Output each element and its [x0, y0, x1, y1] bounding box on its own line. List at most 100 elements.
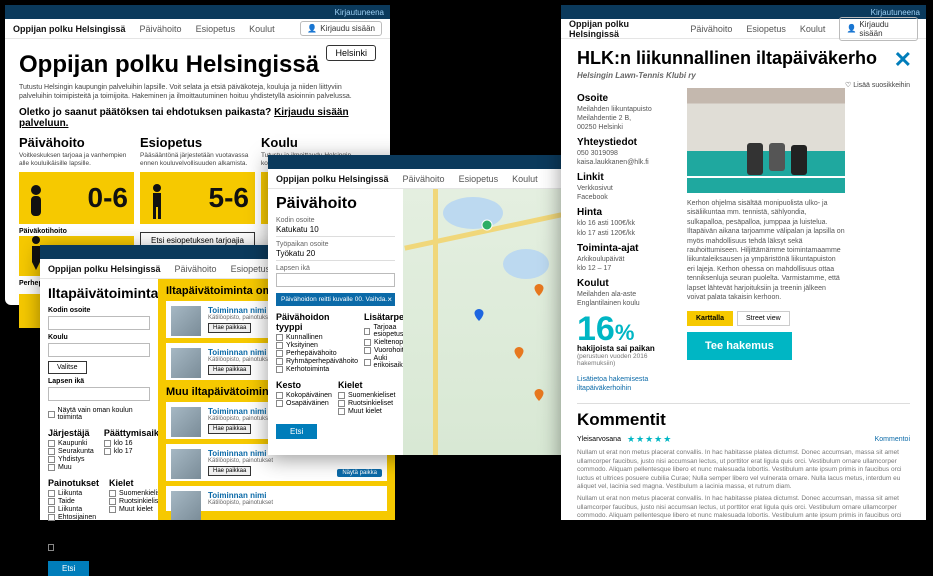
result-card[interactable]: Toiminnan nimiKätilöopisto, painotukset	[166, 486, 387, 511]
hae-button[interactable]: Hae paikkaa	[208, 323, 251, 333]
close-icon[interactable]: ×	[387, 295, 392, 304]
tyo-value[interactable]: Työkatu 20	[276, 249, 395, 261]
cb-yks[interactable]: Yksityinen	[276, 342, 358, 349]
hae-button[interactable]: Hae paikkaa	[208, 365, 251, 375]
ika-label: Lapsen ikä	[276, 265, 395, 272]
brand[interactable]: Oppijan polku Helsingissä	[13, 24, 126, 34]
link-facebook[interactable]: Facebook	[577, 193, 677, 202]
map-window: Oppijan polku Helsingissä Päivähoito Esi…	[268, 155, 563, 455]
ajat-h: Toiminta-ajat	[577, 243, 677, 254]
nav-koulut[interactable]: Koulut	[800, 24, 826, 34]
kielet-heading: Kielet	[338, 380, 395, 390]
cb-liikunta2[interactable]: Liikunta	[48, 506, 99, 513]
nav-paivahoito[interactable]: Päivähoito	[175, 264, 217, 274]
cb-ruotsi[interactable]: Ruotsinkieliset	[338, 400, 395, 407]
view-street-button[interactable]: Street view	[737, 311, 790, 326]
rating-label: Yleisarvosana	[577, 436, 621, 443]
nav-esiopetus[interactable]: Esiopetus	[746, 24, 786, 34]
koulu-input[interactable]	[48, 343, 150, 357]
map-sidebar: Päivähoito Kodin osoite Katukatu 10 Työp…	[268, 189, 403, 455]
cb-kaupunki[interactable]: Kaupunki	[48, 440, 94, 447]
login-status: Kirjautuneena	[871, 8, 920, 17]
nav-esiopetus[interactable]: Esiopetus	[196, 24, 236, 34]
own-school-checkbox[interactable]: Näytä vain oman koulun toiminta	[48, 407, 150, 421]
valitse-button[interactable]: Valitse	[48, 361, 87, 374]
nav-esiopetus[interactable]: Esiopetus	[459, 174, 499, 184]
brand[interactable]: Oppijan polku Helsingissä	[569, 19, 676, 39]
cb-klo17[interactable]: klo 17	[104, 448, 164, 455]
percent-label: hakijoista sai paikan	[577, 344, 677, 353]
login-button[interactable]: 👤Kirjaudu sisään	[300, 21, 382, 36]
map-pin-orange[interactable]	[513, 347, 525, 359]
map-pin-green[interactable]	[481, 219, 493, 231]
cb-taide[interactable]: Taide	[48, 498, 99, 505]
osoite-h: Osoite	[577, 93, 677, 104]
heart-icon: ♡	[845, 82, 851, 89]
user-icon: 👤	[846, 24, 856, 33]
login-button[interactable]: 👤Kirjaudu sisään	[839, 17, 918, 41]
photo-column: Kerhon ohjelma sisältää monipuolista ulk…	[687, 88, 845, 393]
nav-koulut[interactable]: Koulut	[512, 174, 538, 184]
ika-input[interactable]	[276, 273, 395, 287]
card-det: Kätilöopisto, painotukset	[208, 500, 381, 506]
map-pin-blue[interactable]	[473, 309, 485, 321]
cb-ryhma[interactable]: Ryhmäperhepäivähoito	[276, 358, 358, 365]
card-thumb	[171, 348, 201, 378]
yht-h: Yhteystiedot	[577, 137, 677, 148]
nav-paivahoito[interactable]: Päivähoito	[140, 24, 182, 34]
search-button[interactable]: Etsi	[276, 424, 317, 439]
hero-photo	[687, 88, 845, 193]
nav-paivahoito[interactable]: Päivähoito	[403, 174, 445, 184]
map-pin-orange[interactable]	[533, 389, 545, 401]
view-map-button[interactable]: Karttalla	[687, 311, 733, 326]
cb-vuoro[interactable]: Vuorohoitoa	[364, 347, 403, 354]
kesto-heading: Kesto	[276, 380, 332, 390]
link-verkkosivut[interactable]: Verkkosivut	[577, 184, 677, 193]
cb-ehto[interactable]: Ehtosijainen	[48, 514, 99, 521]
search-button[interactable]: Etsi	[48, 561, 89, 576]
cb-osa[interactable]: Osapäiväinen	[276, 400, 332, 407]
hae-button[interactable]: Hae paikkaa	[208, 466, 251, 476]
cb-muu[interactable]: Muu	[48, 464, 94, 471]
cb-kielt[interactable]: Kieltenopetuksen	[364, 339, 403, 346]
ika-input[interactable]	[48, 387, 150, 401]
close-icon[interactable]: ✕	[894, 47, 912, 73]
kodin-input[interactable]	[48, 316, 150, 330]
age-band[interactable]: 0-6	[19, 172, 134, 224]
cb-klo16[interactable]: klo 16	[104, 440, 164, 447]
cb-esio[interactable]: Tarjoaa esiopetusta	[364, 324, 403, 338]
map-pin-orange[interactable]	[533, 284, 545, 296]
show-pill[interactable]: Näytä paikka	[337, 469, 382, 477]
cb-seurakunta[interactable]: Seurakunta	[48, 448, 94, 455]
cb-suomi[interactable]: Suomenkieliset	[338, 392, 395, 399]
comment-link[interactable]: Kommentoi	[875, 436, 910, 443]
kodin-value[interactable]: Katukatu 10	[276, 225, 395, 237]
nav-esiopetus[interactable]: Esiopetus	[231, 264, 271, 274]
favorite-button[interactable]: ♡ Lisää suosikkeihin	[845, 81, 910, 89]
comment-body: Nullam ut erat non metus placerat conval…	[577, 449, 910, 491]
more-link-1[interactable]: Lisätietoa hakemisesta	[577, 375, 677, 384]
cb-perhe[interactable]: Perhepäivähoito	[276, 350, 358, 357]
more-link-2[interactable]: iltapäiväkerhoihin	[577, 384, 677, 393]
cb-erit[interactable]: Kehitysvammaiset ja autistiset lapset	[48, 540, 150, 554]
cb-kerho[interactable]: Kerhotoiminta	[276, 366, 358, 373]
filter-sidebar: Iltapäivätoiminta Kodin osoite Koulu Val…	[40, 279, 158, 520]
brand[interactable]: Oppijan polku Helsingissä	[276, 174, 389, 184]
map-canvas[interactable]	[403, 189, 563, 455]
cb-muut[interactable]: Muut kielet	[338, 408, 395, 415]
nav-paivahoito[interactable]: Päivähoito	[690, 24, 732, 34]
apply-button[interactable]: Tee hakemus	[687, 332, 792, 360]
koulut-l1: Meilahden ala-aste	[577, 290, 677, 299]
cb-yhdistys[interactable]: Yhdistys	[48, 456, 94, 463]
cb-auki[interactable]: Auki erikoisaikoihin	[364, 355, 403, 369]
cb-kunn[interactable]: Kunnallinen	[276, 334, 358, 341]
baby-icon	[25, 182, 47, 222]
cb-liikunta[interactable]: Liikunta	[48, 490, 99, 497]
age-band[interactable]: 5-6	[140, 172, 255, 224]
card-thumb	[171, 306, 201, 336]
cb-koko[interactable]: Kokopäiväinen	[276, 392, 332, 399]
nav-koulut[interactable]: Koulut	[249, 24, 275, 34]
brand[interactable]: Oppijan polku Helsingissä	[48, 264, 161, 274]
hae-button[interactable]: Hae paikkaa	[208, 424, 251, 434]
navbar: Oppijan polku Helsingissä Päivähoito Esi…	[268, 169, 563, 189]
